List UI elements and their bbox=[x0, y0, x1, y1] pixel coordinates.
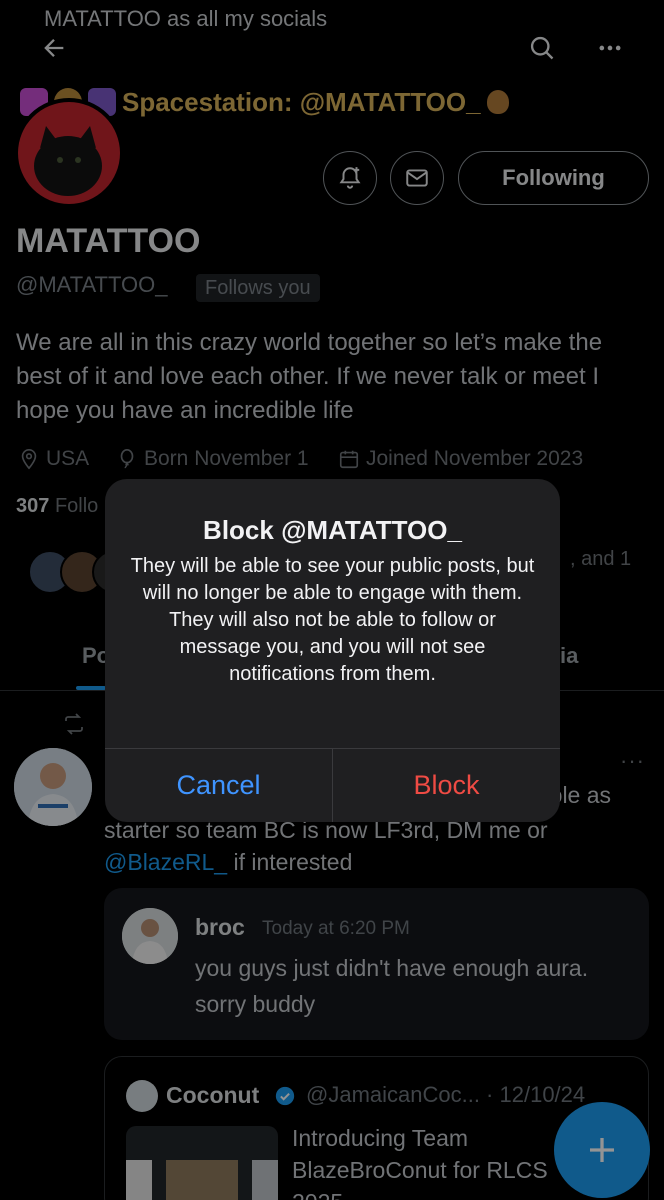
block-button[interactable]: Block bbox=[333, 749, 560, 822]
dialog-title: Block @MATATTOO_ bbox=[203, 515, 462, 545]
dialog-message: They will be able to see your public pos… bbox=[130, 555, 535, 685]
block-confirmation-dialog: Block @MATATTOO_ They will be able to se… bbox=[105, 479, 560, 822]
cancel-button[interactable]: Cancel bbox=[105, 749, 332, 822]
